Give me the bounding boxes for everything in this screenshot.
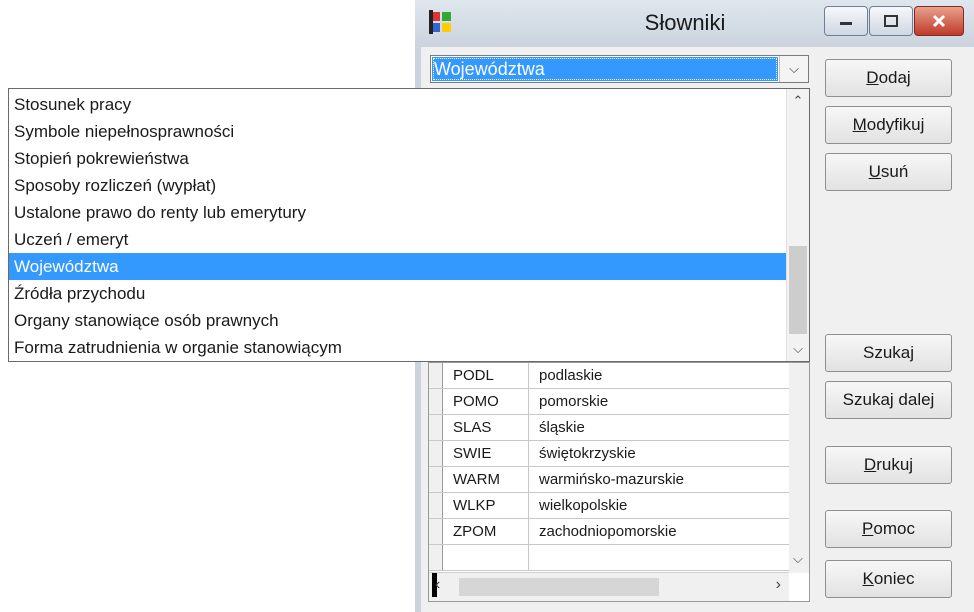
search-button[interactable]: Szukaj bbox=[825, 334, 952, 372]
maximize-icon bbox=[870, 7, 912, 35]
list-item[interactable]: Sposoby rozliczeń (wypłat) bbox=[9, 172, 786, 199]
print-button[interactable]: Drukuj bbox=[825, 446, 952, 484]
list-item[interactable]: Ustalone prawo do renty lub emerytury bbox=[9, 199, 786, 226]
list-item[interactable]: Forma zatrudnienia w organie stanowiącym bbox=[9, 334, 786, 361]
close-icon bbox=[915, 7, 963, 35]
app-icon bbox=[429, 10, 451, 34]
grid-horizontal-scrollbar[interactable]: ‹ › bbox=[429, 572, 789, 601]
table-row[interactable]: WARM warmińsko-mazurskie bbox=[429, 467, 789, 493]
add-button[interactable]: Dodaj bbox=[825, 59, 952, 97]
scrollbar-thumb[interactable] bbox=[459, 578, 659, 596]
modify-button[interactable]: Modyfikuj bbox=[825, 106, 952, 144]
row-indicator[interactable] bbox=[429, 441, 443, 466]
cell-code[interactable]: PODL bbox=[443, 363, 529, 388]
table-row[interactable]: POMO pomorskie bbox=[429, 389, 789, 415]
cell-code[interactable]: POMO bbox=[443, 389, 529, 414]
chevron-down-icon[interactable]: ⌵ bbox=[787, 341, 809, 357]
delete-button[interactable]: Usuń bbox=[825, 153, 952, 191]
table-row[interactable]: SLAS śląskie bbox=[429, 415, 789, 441]
close-button[interactable] bbox=[914, 6, 964, 36]
list-item[interactable]: Organy stanowiące osób prawnych bbox=[9, 307, 786, 334]
list-item-selected[interactable]: Województwa bbox=[9, 253, 786, 280]
minimize-icon bbox=[825, 7, 867, 35]
cell-code[interactable]: SLAS bbox=[443, 415, 529, 440]
row-indicator[interactable] bbox=[429, 519, 443, 544]
row-indicator[interactable] bbox=[429, 467, 443, 492]
title-bar[interactable]: Słowniki bbox=[415, 0, 974, 47]
combobox-value: Województwa bbox=[432, 57, 778, 81]
cell-code[interactable]: WARM bbox=[443, 467, 529, 492]
list-item[interactable]: Stopień pokrewieństwa bbox=[9, 145, 786, 172]
table-row[interactable] bbox=[429, 545, 789, 571]
cell-name[interactable]: podlaskie bbox=[529, 363, 799, 388]
table-row[interactable]: WLKP wielkopolskie bbox=[429, 493, 789, 519]
cell-name[interactable]: świętokrzyskie bbox=[529, 441, 799, 466]
search-next-button[interactable]: Szukaj dalej bbox=[825, 381, 952, 419]
window-title: Słowniki bbox=[644, 10, 726, 35]
list-item[interactable]: Uczeń / emeryt bbox=[9, 226, 786, 253]
cell-name[interactable]: śląskie bbox=[529, 415, 799, 440]
data-grid[interactable]: PODL podlaskie POMO pomorskie SLAS śląsk… bbox=[428, 362, 810, 602]
cell-name[interactable]: pomorskie bbox=[529, 389, 799, 414]
cell-code[interactable] bbox=[443, 545, 529, 570]
row-indicator[interactable] bbox=[429, 389, 443, 414]
row-indicator[interactable] bbox=[429, 493, 443, 518]
cell-code[interactable]: WLKP bbox=[443, 493, 529, 518]
help-button[interactable]: Pomoc bbox=[825, 510, 952, 548]
cell-name[interactable]: wielkopolskie bbox=[529, 493, 799, 518]
row-indicator[interactable] bbox=[429, 363, 443, 388]
cell-name[interactable] bbox=[529, 545, 799, 570]
maximize-button[interactable] bbox=[869, 6, 913, 36]
dictionary-combobox[interactable]: Województwa ⌵ bbox=[430, 55, 809, 83]
cell-name[interactable]: warmińsko-mazurskie bbox=[529, 467, 799, 492]
list-item[interactable]: Stosunek pracy bbox=[9, 91, 786, 118]
row-indicator[interactable] bbox=[429, 415, 443, 440]
cell-name[interactable]: zachodniopomorskie bbox=[529, 519, 799, 544]
dropdown-scrollbar[interactable]: ⌃ ⌵ bbox=[786, 89, 809, 361]
table-row[interactable]: ZPOM zachodniopomorskie bbox=[429, 519, 789, 545]
row-indicator[interactable] bbox=[429, 545, 443, 570]
dictionary-dropdown-list[interactable]: Stosunek pracy Symbole niepełnosprawnośc… bbox=[8, 88, 810, 362]
table-row[interactable]: PODL podlaskie bbox=[429, 363, 789, 389]
minimize-button[interactable] bbox=[824, 6, 868, 36]
cell-code[interactable]: SWIE bbox=[443, 441, 529, 466]
table-row[interactable]: SWIE świętokrzyskie bbox=[429, 441, 789, 467]
grid-vertical-scrollbar[interactable]: ⌵ bbox=[789, 363, 809, 573]
list-item[interactable]: Symbole niepełnosprawności bbox=[9, 118, 786, 145]
scrollbar-thumb[interactable] bbox=[789, 246, 807, 334]
list-item[interactable]: Źródła przychodu bbox=[9, 280, 786, 307]
end-button[interactable]: Koniec bbox=[825, 560, 952, 598]
chevron-down-icon[interactable]: ⌵ bbox=[793, 551, 803, 567]
chevron-down-icon[interactable]: ⌵ bbox=[779, 56, 808, 82]
cell-code[interactable]: ZPOM bbox=[443, 519, 529, 544]
chevron-right-icon[interactable]: › bbox=[776, 576, 781, 594]
chevron-left-icon[interactable]: ‹ bbox=[435, 576, 440, 594]
chevron-up-icon[interactable]: ⌃ bbox=[787, 93, 809, 109]
